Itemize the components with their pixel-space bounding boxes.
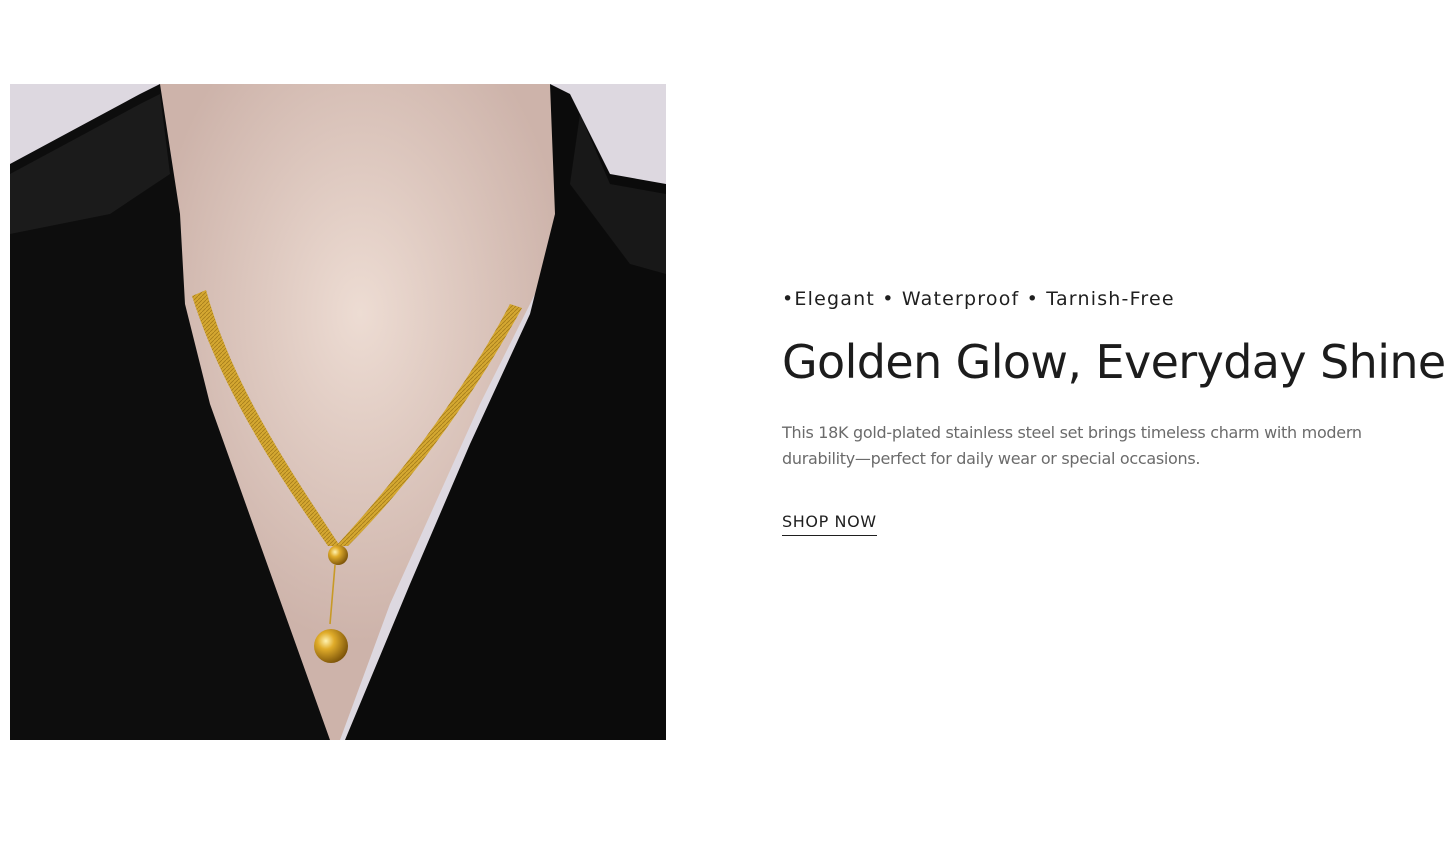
promo-content: •Elegant • Waterproof • Tarnish-Free Gol… xyxy=(782,284,1445,536)
product-photo xyxy=(10,84,666,740)
feature-tagline: •Elegant • Waterproof • Tarnish-Free xyxy=(782,288,1175,310)
promo-description: This 18K gold-plated stainless steel set… xyxy=(782,423,1362,468)
shop-now-link[interactable]: SHOP NOW xyxy=(782,512,877,536)
promo-headline: Golden Glow, Everyday Shine xyxy=(782,335,1445,389)
